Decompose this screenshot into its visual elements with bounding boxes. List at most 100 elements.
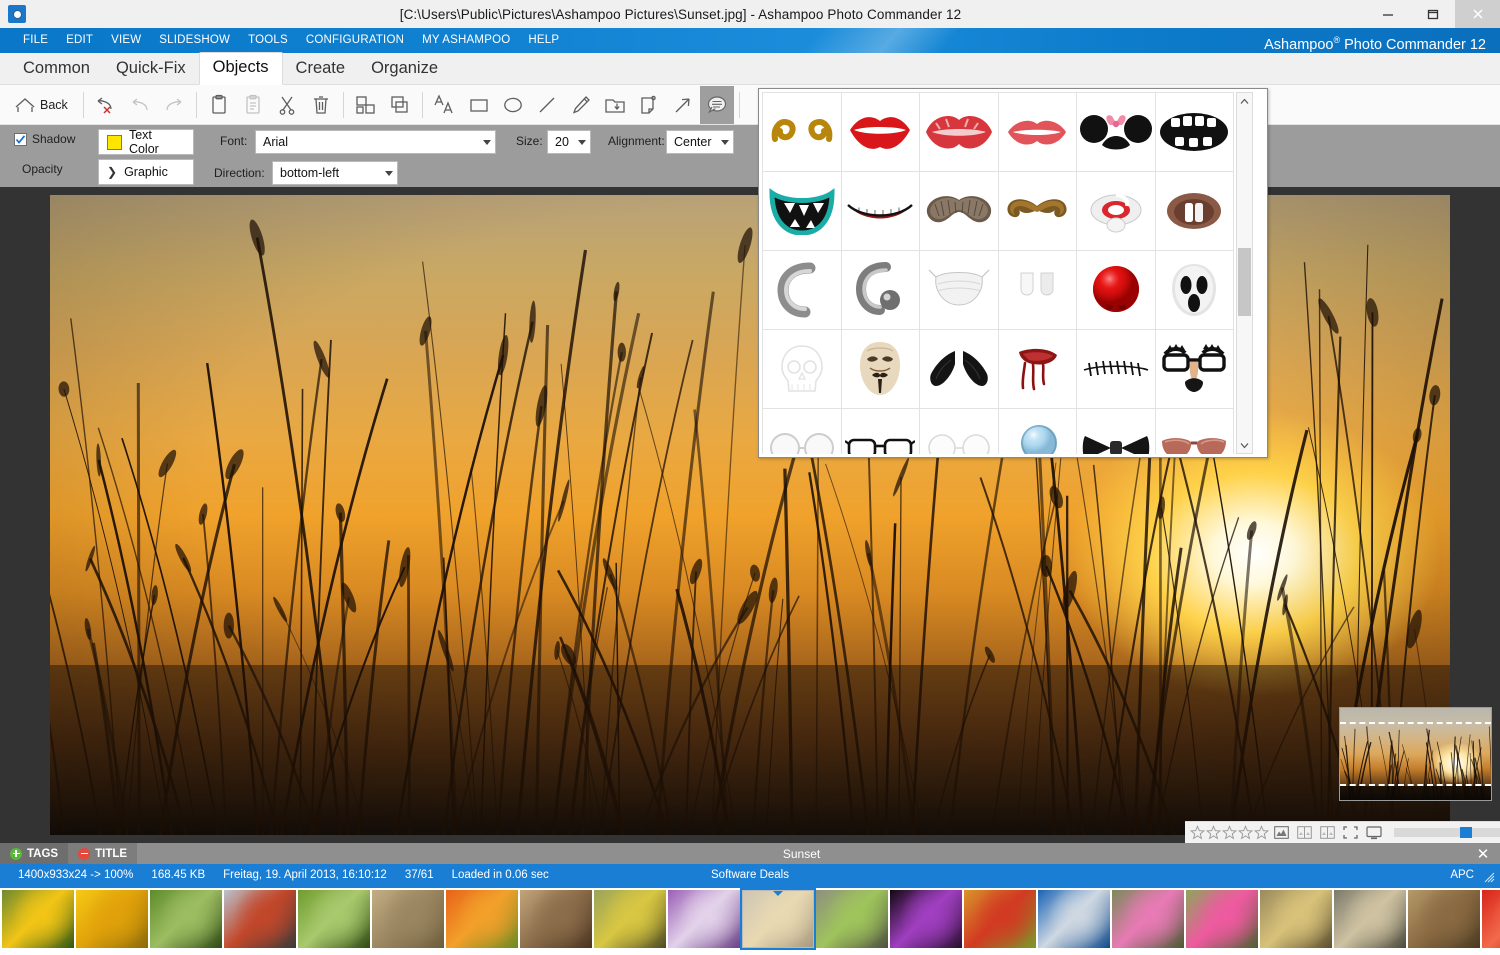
fullscreen-button[interactable] [1363,824,1384,842]
undo-button[interactable] [123,86,157,124]
round-glasses-sticker[interactable] [763,409,842,454]
black-wings-sticker[interactable] [920,330,999,409]
thumb-pink-phlox[interactable] [1186,890,1258,948]
nose-ring-sticker[interactable] [763,251,842,330]
add-rectangle-button[interactable] [462,86,496,124]
thumb-dragonfly-leaf[interactable] [150,890,222,948]
popup-scrollbar[interactable] [1236,92,1253,454]
thumb-yellow-bird[interactable] [594,890,666,948]
add-note-button[interactable] [632,86,666,124]
size-select[interactable]: 20 [547,130,591,154]
navigator-viewport-bottom[interactable] [1340,784,1491,786]
close-tags-button[interactable]: ✕ [1466,845,1500,863]
black-teeth-mouth-sticker[interactable] [1156,93,1235,172]
rating-stars[interactable] [1190,825,1269,840]
graphic-picker-popup[interactable] [758,88,1268,458]
add-text-button[interactable] [428,86,462,124]
thumb-grass-stalks[interactable] [372,890,444,948]
tortoise-sunglasses-sticker[interactable] [1156,409,1235,454]
menu-item-help[interactable]: HELP [519,28,568,53]
thumb-sunset-selected[interactable] [742,890,814,948]
thumb-red-rose[interactable] [1482,890,1500,948]
shadow-checkbox-row[interactable]: Shadow [14,132,75,146]
shadow-checkbox[interactable] [14,133,27,146]
compare-side-by-side-button[interactable] [1317,824,1338,842]
menu-item-configuration[interactable]: CONFIGURATION [297,28,413,53]
bring-to-front-button[interactable] [349,86,383,124]
undo-all-button[interactable] [89,86,123,124]
zoom-slider[interactable] [1394,828,1500,837]
handlebar-mustache-sticker[interactable] [999,172,1078,251]
tags-button[interactable]: TAGS [0,843,68,864]
thumb-bee-on-flower[interactable] [76,890,148,948]
tab-objects[interactable]: Objects [199,52,283,85]
alignment-select[interactable]: Center [666,130,734,154]
red-lips-sticker[interactable] [842,93,921,172]
menu-item-slideshow[interactable]: SLIDESHOW [150,28,239,53]
thumb-butterfly[interactable] [224,890,296,948]
thin-glasses-sticker[interactable] [920,409,999,454]
navigator-viewport-top[interactable] [1340,722,1491,724]
graphic-button[interactable]: ❯ Graphic [98,159,194,185]
direction-select[interactable]: bottom-left [272,161,398,185]
add-ellipse-button[interactable] [496,86,530,124]
menu-item-edit[interactable]: EDIT [57,28,102,53]
maximize-button[interactable] [1410,0,1455,28]
thumb-purple-smoke[interactable] [890,890,962,948]
menu-item-view[interactable]: VIEW [102,28,150,53]
groucho-glasses-sticker[interactable] [1156,330,1235,409]
cut-button[interactable] [270,86,304,124]
menu-item-file[interactable]: FILE [14,28,57,53]
resize-grip-icon[interactable] [1483,871,1495,883]
bloody-wound-sticker[interactable] [999,330,1078,409]
zoom-slider-knob[interactable] [1460,827,1472,838]
thumb-sparrow[interactable] [1260,890,1332,948]
lips-smooch-sticker[interactable] [999,93,1078,172]
menu-item-my-ashampoo[interactable]: MY ASHAMPOO [413,28,519,53]
thumb-green-fly[interactable] [298,890,370,948]
tab-quick-fix[interactable]: Quick-Fix [103,54,199,85]
software-deals-link[interactable]: Software Deals [0,869,1500,881]
send-to-back-button[interactable] [383,86,417,124]
text-color-button[interactable]: Text Color [98,129,194,155]
minnie-ears-sticker[interactable] [1077,93,1156,172]
fit-to-screen-button[interactable] [1340,824,1361,842]
scrollbar-thumb[interactable] [1238,248,1251,316]
monocle-sticker[interactable] [999,409,1078,454]
bowtie-sticker[interactable] [1077,409,1156,454]
font-select[interactable]: Arial [255,130,496,154]
delete-button[interactable] [304,86,338,124]
thumb-vegetables[interactable] [964,890,1036,948]
tab-common[interactable]: Common [10,54,103,85]
tab-organize[interactable]: Organize [358,54,451,85]
histogram-button[interactable] [1271,824,1292,842]
piercing-ball-sticker[interactable] [842,251,921,330]
thumb-mushrooms-tree[interactable] [1334,890,1406,948]
thumb-dog[interactable] [520,890,592,948]
menu-item-tools[interactable]: TOOLS [239,28,297,53]
rating-star-2[interactable] [1206,825,1221,840]
thumb-lizard[interactable] [1408,890,1480,948]
face-mask-sticker[interactable] [920,251,999,330]
rating-star-4[interactable] [1238,825,1253,840]
monster-mouth-sticker[interactable] [763,172,842,251]
rating-star-1[interactable] [1190,825,1205,840]
graphic-grid[interactable] [762,92,1234,454]
add-line-button[interactable] [530,86,564,124]
pacifier-sticker[interactable] [1077,172,1156,251]
add-image-button[interactable] [598,86,632,124]
lipstick-kiss-sticker[interactable] [920,93,999,172]
thumb-purple-flowers[interactable] [668,890,740,948]
buck-teeth-sticker[interactable] [1156,172,1235,251]
draw-button[interactable] [564,86,598,124]
black-glasses-sticker[interactable] [842,409,921,454]
thumb-orange-lily[interactable] [446,890,518,948]
minimize-button[interactable] [1365,0,1410,28]
image-navigator[interactable] [1339,707,1492,801]
skull-sticker[interactable] [763,330,842,409]
thumb-pink-orchid[interactable] [1112,890,1184,948]
thumb-sunflower[interactable] [2,890,74,948]
title-button[interactable]: TITLE [68,843,137,864]
horns-sticker[interactable] [763,93,842,172]
filmstrip[interactable] [0,886,1500,955]
